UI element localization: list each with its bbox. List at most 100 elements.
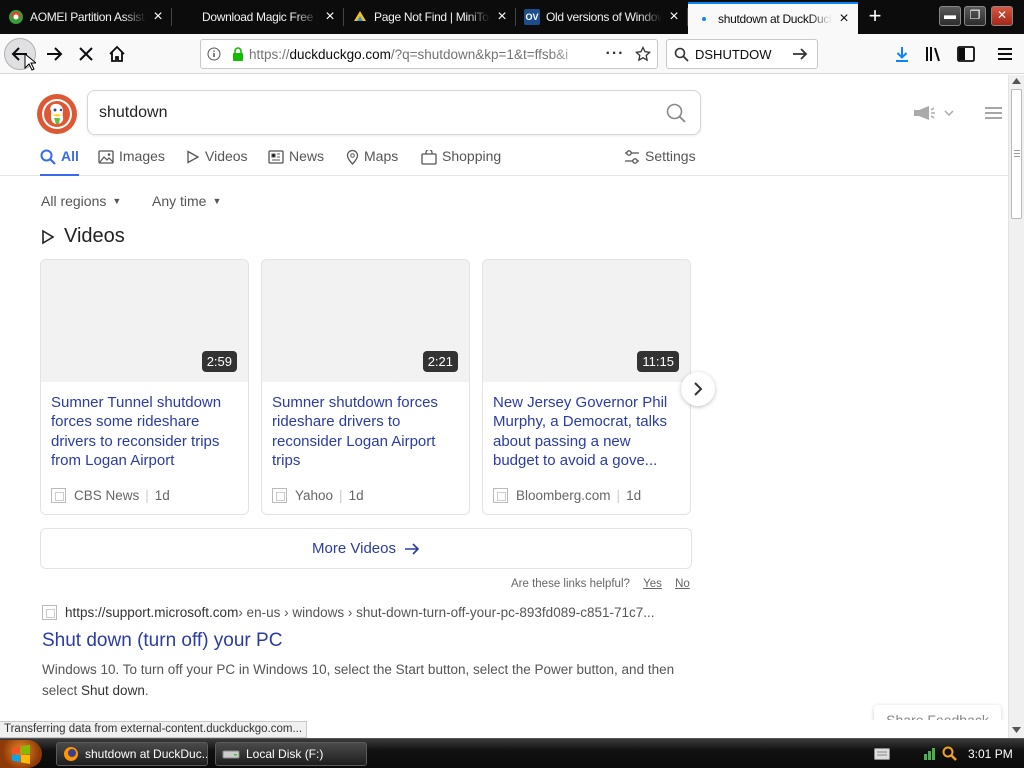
home-icon [109,45,125,62]
tab-videos[interactable]: Videos [186,148,248,176]
stop-button[interactable] [70,38,102,70]
megaphone-icon [914,106,935,120]
taskbar-item-local-disk[interactable]: Local Disk (F:) [215,742,367,766]
taskbar: shutdown at DuckDuc... Local Disk (F:) 3… [0,738,1024,768]
downloads-button[interactable] [886,38,918,70]
sidebar-button[interactable] [950,38,982,70]
chevron-down-icon [944,110,954,116]
browser-tab-old-versions[interactable]: OV Old versions of Window × [516,2,688,32]
result-title-link[interactable]: Shut down (turn off) your PC [42,630,282,652]
page-content: All Images Videos News Maps Shopping Set… [0,75,1008,720]
close-icon[interactable]: × [322,9,338,25]
close-icon[interactable]: × [836,11,852,27]
close-icon[interactable]: × [494,9,510,25]
result-url[interactable]: https://support.microsoft.com › en-us › … [42,605,692,620]
page-icon [180,9,196,25]
shopping-bag-icon [421,148,437,166]
search-icon[interactable] [652,103,700,123]
video-card[interactable]: 2:59 Sumner Tunnel shutdown forces some … [40,259,249,515]
site-favicon-icon [493,488,508,503]
window-close-button[interactable]: ✕ [991,6,1013,26]
maximize-button[interactable]: ❐ [964,6,986,26]
network-icon[interactable] [922,746,938,762]
ddg-menu-button[interactable] [985,106,1002,125]
caret-down-icon: ▼ [212,196,222,206]
tab-title: shutdown at DuckDuck [718,12,832,26]
ddg-nav-tabs: All Images Videos News Maps Shopping Set… [0,145,1008,176]
browser-tab-aomei[interactable]: AOMEI Partition Assista × [0,2,172,32]
video-title[interactable]: Sumner Tunnel shutdown forces some rides… [51,393,236,471]
video-source: CBS News | 1d [51,488,170,503]
download-icon [896,47,908,62]
carousel-next-button[interactable] [681,372,715,406]
video-card[interactable]: 11:15 New Jersey Governor Phil Murphy, a… [482,259,691,515]
tab-shopping[interactable]: Shopping [421,148,501,176]
close-icon[interactable]: × [150,9,166,25]
home-button[interactable] [101,38,133,70]
tab-all[interactable]: All [40,148,79,176]
time-filter[interactable]: Any time ▼ [152,193,221,209]
start-button[interactable] [0,740,42,768]
helpful-yes-link[interactable]: Yes [643,578,662,590]
browser-tab-duckduckgo[interactable]: shutdown at DuckDuck × [688,2,858,34]
browser-search-input[interactable] [695,46,785,62]
url-bar[interactable]: https://duckduckgo.com/?q=shutdown&kp=1&… [200,39,658,69]
keyboard-icon[interactable] [874,748,890,760]
tab-maps[interactable]: Maps [346,148,398,176]
page-scrollbar[interactable] [1008,75,1024,738]
bookmark-star-icon[interactable] [629,46,657,62]
video-source: Bloomberg.com | 1d [493,488,641,503]
forward-button[interactable] [38,38,70,70]
video-title[interactable]: Sumner shutdown forces rideshare drivers… [272,393,457,471]
browser-search-bar[interactable] [666,39,818,69]
result-snippet: Windows 10. To turn off your PC in Windo… [42,662,675,698]
browser-tab-download-magic[interactable]: Download Magic Free P × [172,2,344,32]
ddg-search-input[interactable] [99,103,652,122]
tab-title: AOMEI Partition Assista [30,10,146,24]
tab-title: Old versions of Window [546,10,662,24]
page-actions-icon[interactable]: ··· [601,45,629,63]
scroll-thumb[interactable] [1011,89,1022,219]
video-duration: 2:21 [422,351,458,372]
video-card[interactable]: 2:21 Sumner shutdown forces rideshare dr… [261,259,470,515]
library-button[interactable] [918,38,950,70]
helpful-no-link[interactable]: No [675,578,690,590]
browser-tab-minitool[interactable]: Page Not Find | MiniToo × [344,2,516,32]
region-filter[interactable]: All regions ▼ [41,193,121,209]
more-videos-button[interactable]: More Videos [40,528,692,569]
settings-sliders-icon [624,148,640,166]
announcement-dropdown[interactable] [912,105,954,121]
lock-icon[interactable] [227,47,249,61]
library-icon [926,47,940,62]
helpful-feedback: Are these links helpful? Yes No [511,578,690,590]
tray-clock[interactable]: 3:01 PM [968,747,1013,761]
play-icon [186,148,200,166]
close-icon[interactable]: × [666,9,682,25]
news-icon [268,148,284,166]
tab-images[interactable]: Images [98,148,165,176]
scroll-up-icon [1012,78,1021,84]
video-title[interactable]: New Jersey Governor Phil Murphy, a Democ… [493,393,678,471]
settings-button[interactable]: Settings [624,148,696,176]
search-tray-icon[interactable] [942,746,958,762]
chevron-right-icon [694,382,703,396]
image-icon [98,148,114,166]
duckduckgo-logo[interactable] [37,94,77,134]
hamburger-icon [998,48,1012,60]
search-icon [667,47,695,62]
video-source: Yahoo | 1d [272,488,364,503]
taskbar-item-firefox[interactable]: shutdown at DuckDuc... [56,742,208,766]
menu-button[interactable] [989,38,1021,70]
site-favicon-icon [272,488,287,503]
play-icon [42,229,55,244]
tab-news[interactable]: News [268,148,324,176]
info-icon[interactable] [201,47,227,61]
share-feedback-button[interactable]: Share Feedback [874,705,1001,720]
navigation-toolbar: https://duckduckgo.com/?q=shutdown&kp=1&… [0,34,1024,74]
search-go-icon[interactable] [785,47,815,61]
map-pin-icon [346,148,359,166]
aomei-icon [8,9,24,25]
new-tab-button[interactable]: + [862,4,888,30]
ov-icon: OV [524,9,540,25]
minimize-button[interactable]: ▬ [939,6,961,26]
